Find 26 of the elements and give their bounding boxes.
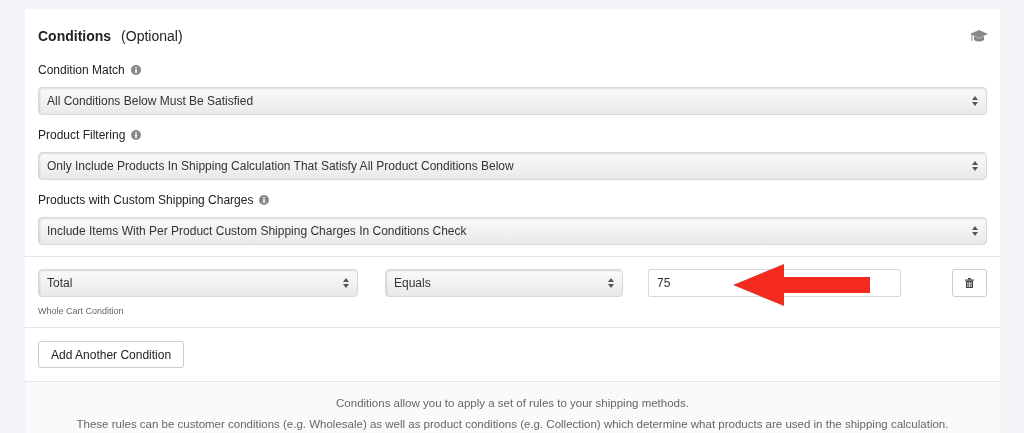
select-field[interactable]: All Conditions Below Must Be Satisfied (38, 87, 987, 115)
help-text: These rules can be customer conditions (e.g. Wholesale) as well as product conditions (e.g. Collection) which determine what products are used in the shipping calculation. (76, 417, 949, 433)
field-label: Condition Match (38, 62, 125, 79)
select-field[interactable]: Equals (385, 269, 623, 297)
select-arrows-icon (972, 96, 978, 106)
graduation-cap-icon[interactable] (970, 29, 988, 43)
select-field[interactable]: Include Items With Per Product Custom Shipping Charges In Conditions Check (38, 217, 987, 245)
panel-title: Conditions (38, 26, 112, 46)
select-field[interactable]: Only Include Products In Shipping Calculation That Satisfy All Product Conditions Below (38, 152, 987, 180)
value-field[interactable]: 75 (648, 269, 902, 297)
trash-icon (965, 278, 975, 288)
info-icon[interactable] (130, 65, 141, 75)
field-label: Products with Custom Shipping Charges (38, 192, 254, 209)
field-label: Product Filtering (38, 127, 126, 144)
add-condition-button[interactable]: Add Another Condition (38, 341, 185, 368)
help-text: Conditions allow you to apply a set of rules to your shipping methods. (336, 396, 689, 411)
condition-hint: Whole Cart Condition (38, 305, 124, 318)
delete-button[interactable] (952, 269, 987, 297)
info-icon[interactable] (259, 195, 270, 205)
info-icon[interactable] (131, 130, 142, 140)
select-field[interactable]: Total (38, 269, 358, 297)
select-arrows-icon (972, 226, 978, 236)
select-arrows-icon (608, 278, 614, 288)
select-arrows-icon (343, 278, 349, 288)
select-arrows-icon (972, 161, 978, 171)
panel-subtitle: (Optional) (121, 26, 183, 46)
